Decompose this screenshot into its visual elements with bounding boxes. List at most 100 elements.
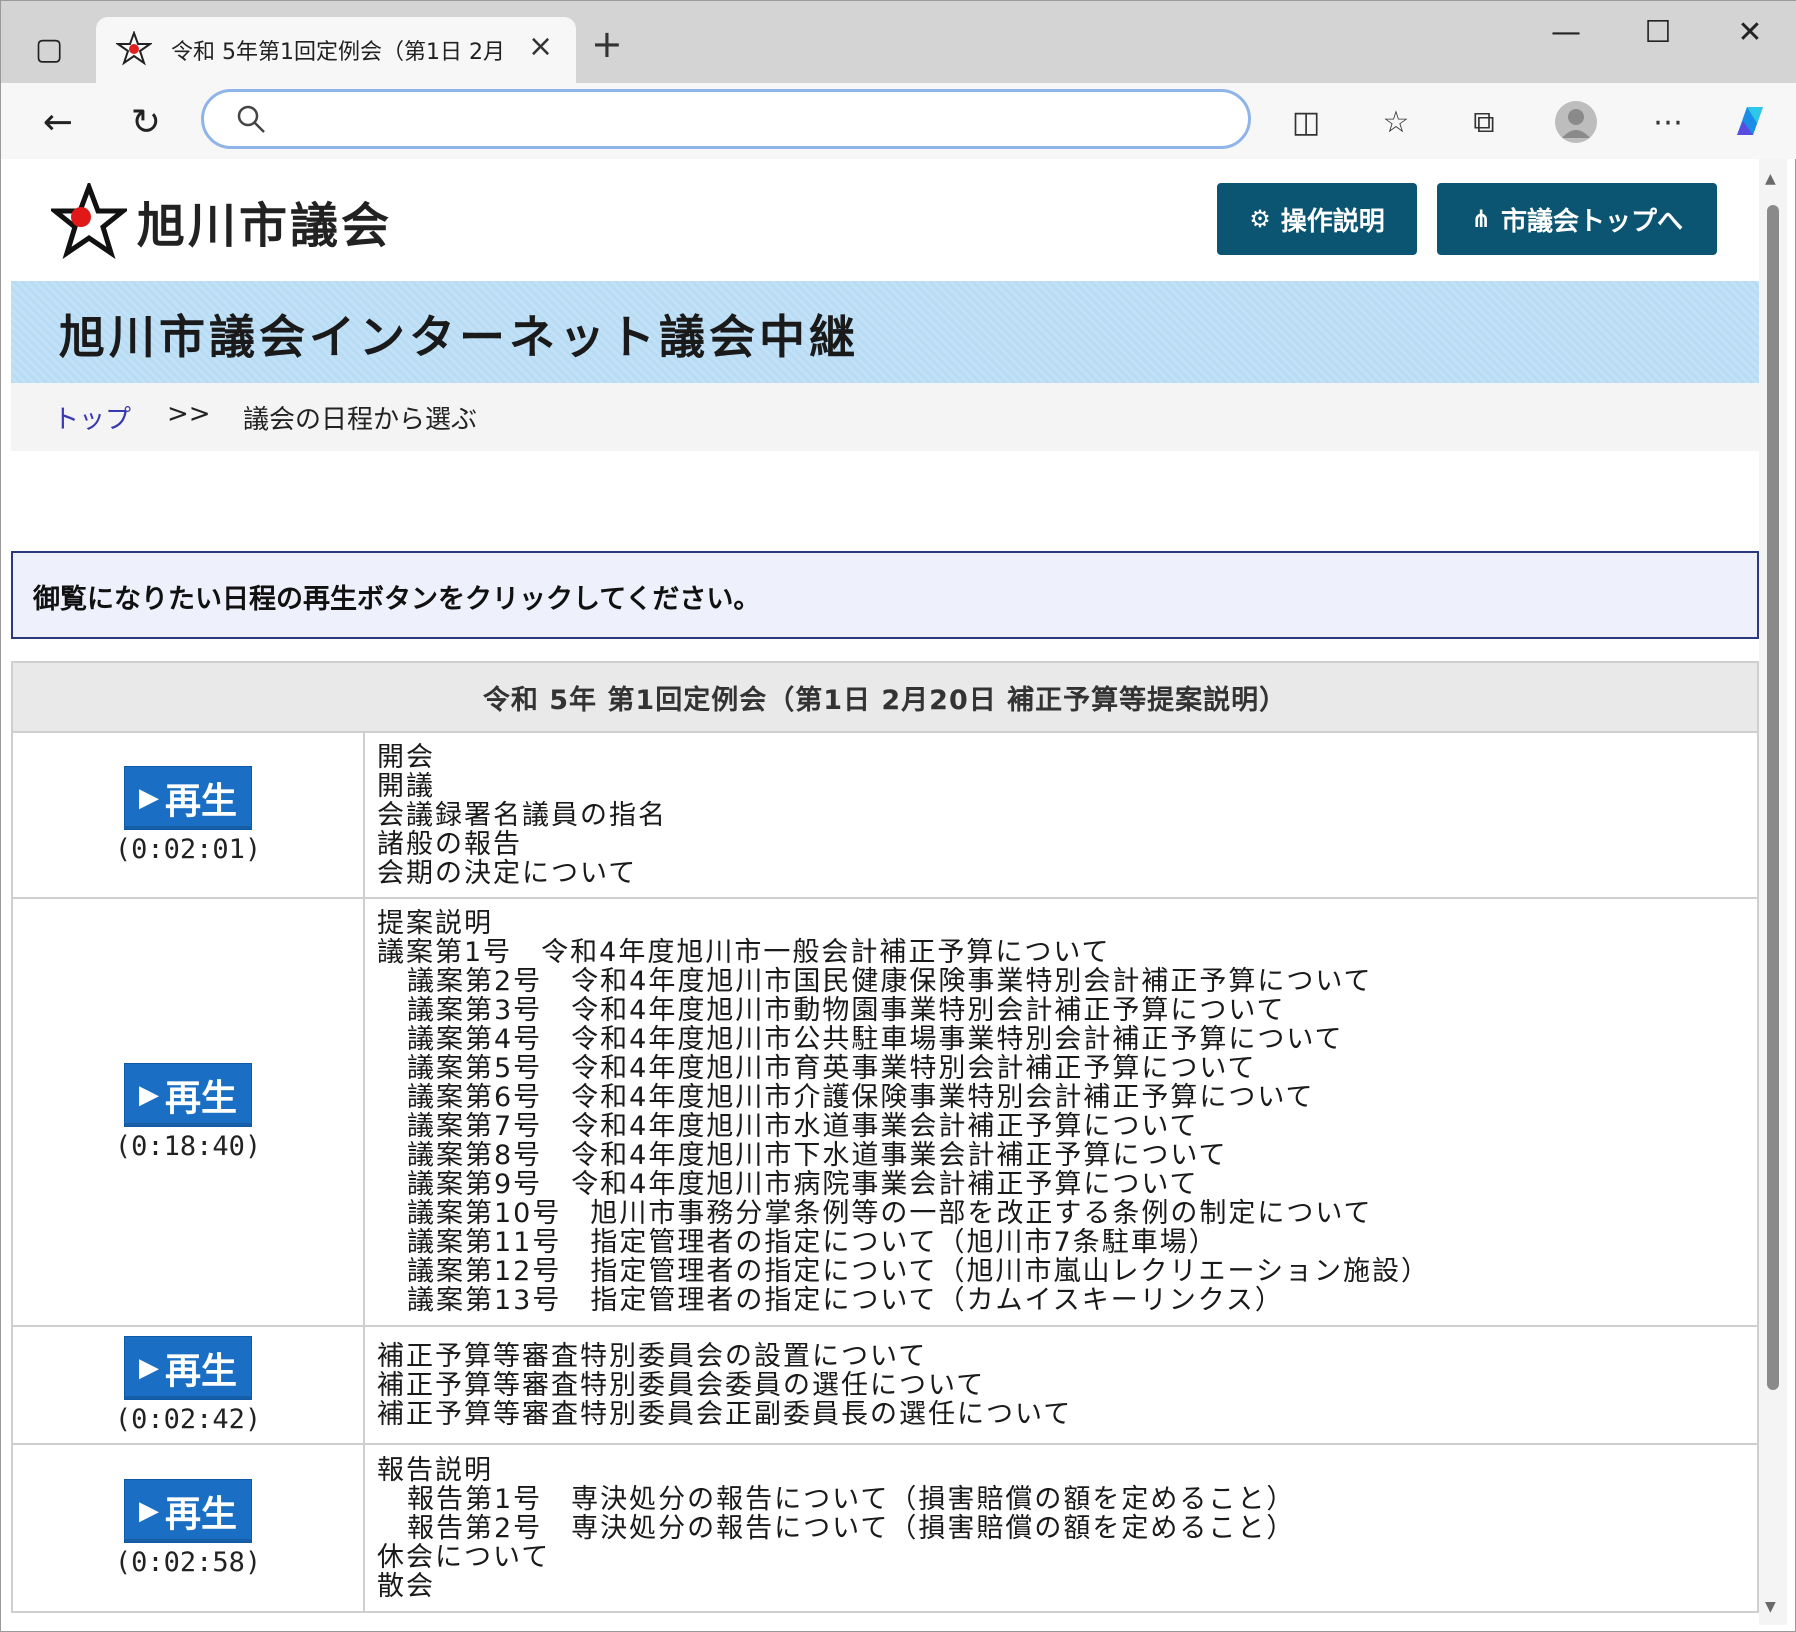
more-options-icon[interactable]: ⋯	[1643, 97, 1693, 147]
page-title: 旭川市議会インターネット議会中継	[59, 310, 859, 364]
breadcrumb: トップ >> 議会の日程から選ぶ	[11, 383, 1759, 451]
agenda-item: 補正予算等審査特別委員会正副委員長の選任について	[377, 1398, 1073, 1430]
agenda-item: 議案第11号 指定管理者の指定について（旭川市7条駐車場）	[407, 1227, 1218, 1258]
agenda-item: 議案第8号 令和4年度旭川市下水道事業会計補正予算について	[407, 1140, 1228, 1171]
help-button-label: 操作説明	[1280, 206, 1385, 237]
profile-avatar-icon[interactable]	[1551, 97, 1601, 147]
agenda-item: 議案第9号 令和4年度旭川市病院事業会計補正予算について	[407, 1169, 1199, 1200]
play-button[interactable]: ▶ 再生	[124, 1478, 252, 1543]
agenda-cell: 提案説明 議案第1号 令和4年度旭川市一般会計補正予算について 議案第2号 令和4年…	[363, 897, 1759, 1327]
agenda-item: 報告第1号 専決処分の報告について（損害賠償の額を定めること）	[407, 1483, 1296, 1515]
sitemap-icon: ⋔	[1470, 205, 1492, 233]
star-favicon-icon	[116, 31, 152, 66]
back-arrow-icon[interactable]: ←	[33, 97, 83, 147]
agenda-item: 議案第1号 令和4年度旭川市一般会計補正予算について	[377, 937, 1111, 968]
scroll-up-arrow-icon[interactable]: ▲	[1765, 171, 1776, 187]
play-triangle-icon: ▶	[138, 782, 159, 813]
scroll-down-arrow-icon[interactable]: ▼	[1765, 1599, 1776, 1615]
play-cell: ▶ 再生 (0:18:40)	[11, 897, 365, 1327]
minimize-icon[interactable]: —	[1531, 15, 1601, 50]
agenda-item: 提案説明	[377, 908, 493, 939]
agenda-item: 補正予算等審査特別委員会委員の選任について	[377, 1369, 986, 1401]
address-bar[interactable]	[201, 89, 1251, 149]
agenda-item: 議案第7号 令和4年度旭川市水道事業会計補正予算について	[407, 1111, 1199, 1142]
play-triangle-icon: ▶	[138, 1495, 159, 1526]
scrollbar-thumb[interactable]	[1767, 205, 1779, 1390]
council-top-button-label: 市議会トップへ	[1501, 206, 1684, 237]
logo-text: 旭川市議会	[137, 198, 393, 254]
breadcrumb-separator: >>	[167, 399, 211, 429]
play-button-label: 再生	[164, 1493, 237, 1535]
instruction-text: 御覧になりたい日程の再生ボタンをクリックしてください。	[33, 584, 761, 615]
agenda-item: 報告説明	[377, 1454, 493, 1486]
star-logo-icon	[51, 183, 127, 259]
agenda-cell: 報告説明 報告第1号 専決処分の報告について（損害賠償の額を定めること） 報告第2号…	[363, 1443, 1759, 1613]
agenda-item: 会期の決定について	[377, 857, 638, 889]
agenda-item: 議案第5号 令和4年度旭川市育英事業特別会計補正予算について	[407, 1053, 1257, 1084]
browser-tab[interactable]: 令和 5年第1回定例会（第1日 2月 ×	[96, 17, 576, 83]
duration-label: (0:18:40)	[114, 1130, 262, 1162]
agenda-cell: 補正予算等審査特別委員会の設置について 補正予算等審査特別委員会委員の選任について…	[363, 1325, 1759, 1445]
duration-label: (0:02:01)	[114, 833, 262, 865]
play-button[interactable]: ▶ 再生	[124, 1335, 252, 1400]
agenda-item: 議案第2号 令和4年度旭川市国民健康保険事業特別会計補正予算について	[407, 966, 1373, 997]
tab-actions-icon[interactable]: ▢	[23, 23, 75, 75]
page-banner: 旭川市議会インターネット議会中継	[11, 281, 1759, 383]
play-button[interactable]: ▶ 再生	[124, 1062, 252, 1127]
browser-window: ▢ 令和 5年第1回定例会（第1日 2月 × + — ☐ ✕ ← ↻ ◫ ☆ ⧉	[0, 0, 1796, 1632]
duration-label: (0:02:58)	[114, 1546, 262, 1578]
schedule-table: 令和 5年 第1回定例会（第1日 2月20日 補正予算等提案説明） ▶ 再生 (0:…	[11, 661, 1759, 1613]
copilot-icon[interactable]	[1725, 97, 1775, 147]
agenda-item: 議案第10号 旭川市事務分掌条例等の一部を改正する条例の制定について	[407, 1198, 1373, 1229]
vertical-scrollbar[interactable]: ▲ ▼	[1759, 159, 1787, 1625]
agenda-cell: 開会 開議 会議録署名議員の指名 諸般の報告 会期の決定について	[363, 731, 1759, 899]
schedule-row: ▶ 再生 (0:02:58) 報告説明 報告第1号 専決処分の報告について（損害賠償の額…	[11, 1443, 1759, 1613]
favorites-icon[interactable]: ☆	[1371, 97, 1421, 147]
maximize-icon[interactable]: ☐	[1623, 15, 1693, 50]
agenda-item: 議案第13号 指定管理者の指定について（カムイスキーリンクス）	[407, 1285, 1284, 1316]
agenda-item: 議案第12号 指定管理者の指定について（旭川市嵐山レクリエーション施設）	[407, 1256, 1431, 1287]
play-button[interactable]: ▶ 再生	[124, 765, 252, 830]
play-triangle-icon: ▶	[138, 1079, 159, 1110]
agenda-item: 議案第4号 令和4年度旭川市公共駐車場事業特別会計補正予算について	[407, 1024, 1344, 1055]
agenda-item: 会議録署名議員の指名	[377, 799, 667, 831]
collections-icon[interactable]: ⧉	[1459, 97, 1509, 147]
schedule-row: ▶ 再生 (0:18:40) 提案説明 議案第1号 令和4年度旭川市一般会計補正予算につ…	[11, 897, 1759, 1327]
site-logo[interactable]: 旭川市議会	[51, 181, 392, 261]
reload-icon[interactable]: ↻	[121, 97, 171, 147]
play-cell: ▶ 再生 (0:02:42)	[11, 1325, 365, 1445]
schedule-body: ▶ 再生 (0:02:01) 開会 開議 会議録署名議員の指名 諸般の報告 会期の決定について…	[11, 731, 1759, 1613]
schedule-header: 令和 5年 第1回定例会（第1日 2月20日 補正予算等提案説明）	[11, 661, 1759, 733]
duration-label: (0:02:42)	[114, 1403, 262, 1435]
new-tab-button[interactable]: +	[591, 25, 623, 63]
council-top-button[interactable]: ⋔ 市議会トップへ	[1437, 183, 1717, 255]
schedule-row: ▶ 再生 (0:02:42) 補正予算等審査特別委員会の設置について 補正予算等審査特別…	[11, 1325, 1759, 1445]
play-button-label: 再生	[164, 1350, 237, 1392]
play-triangle-icon: ▶	[138, 1352, 159, 1383]
play-button-label: 再生	[164, 780, 237, 822]
split-screen-icon[interactable]: ◫	[1281, 97, 1331, 147]
breadcrumb-current: 議会の日程から選ぶ	[243, 405, 478, 435]
agenda-item: 休会について	[377, 1541, 551, 1573]
tab-bar: ▢ 令和 5年第1回定例会（第1日 2月 × + — ☐ ✕	[1, 1, 1796, 83]
schedule-row: ▶ 再生 (0:02:01) 開会 開議 会議録署名議員の指名 諸般の報告 会期の決定について	[11, 731, 1759, 899]
gear-icon: ⚙	[1249, 205, 1271, 233]
play-button-label: 再生	[164, 1077, 237, 1119]
page-content: 旭川市議会 ⚙ 操作説明 ⋔ 市議会トップへ 旭川市議会インターネット議会中継 …	[11, 159, 1759, 1625]
agenda-item: 議案第6号 令和4年度旭川市介護保険事業特別会計補正予算について	[407, 1082, 1315, 1113]
agenda-item: 散会	[377, 1570, 435, 1602]
play-cell: ▶ 再生 (0:02:58)	[11, 1443, 365, 1613]
close-window-icon[interactable]: ✕	[1715, 15, 1785, 50]
agenda-item: 開会	[377, 741, 435, 773]
search-icon	[237, 105, 265, 133]
help-button[interactable]: ⚙ 操作説明	[1217, 183, 1417, 255]
tab-title: 令和 5年第1回定例会（第1日 2月	[171, 40, 505, 65]
breadcrumb-top-link[interactable]: トップ	[53, 399, 131, 436]
agenda-item: 開議	[377, 770, 435, 802]
browser-toolbar: ← ↻ ◫ ☆ ⧉ ⋯	[1, 83, 1796, 159]
instruction-notice: 御覧になりたい日程の再生ボタンをクリックしてください。	[11, 551, 1759, 639]
agenda-item: 諸般の報告	[377, 828, 522, 860]
play-cell: ▶ 再生 (0:02:01)	[11, 731, 365, 899]
close-tab-icon[interactable]: ×	[528, 29, 553, 64]
agenda-item: 報告第2号 専決処分の報告について（損害賠償の額を定めること）	[407, 1512, 1296, 1544]
